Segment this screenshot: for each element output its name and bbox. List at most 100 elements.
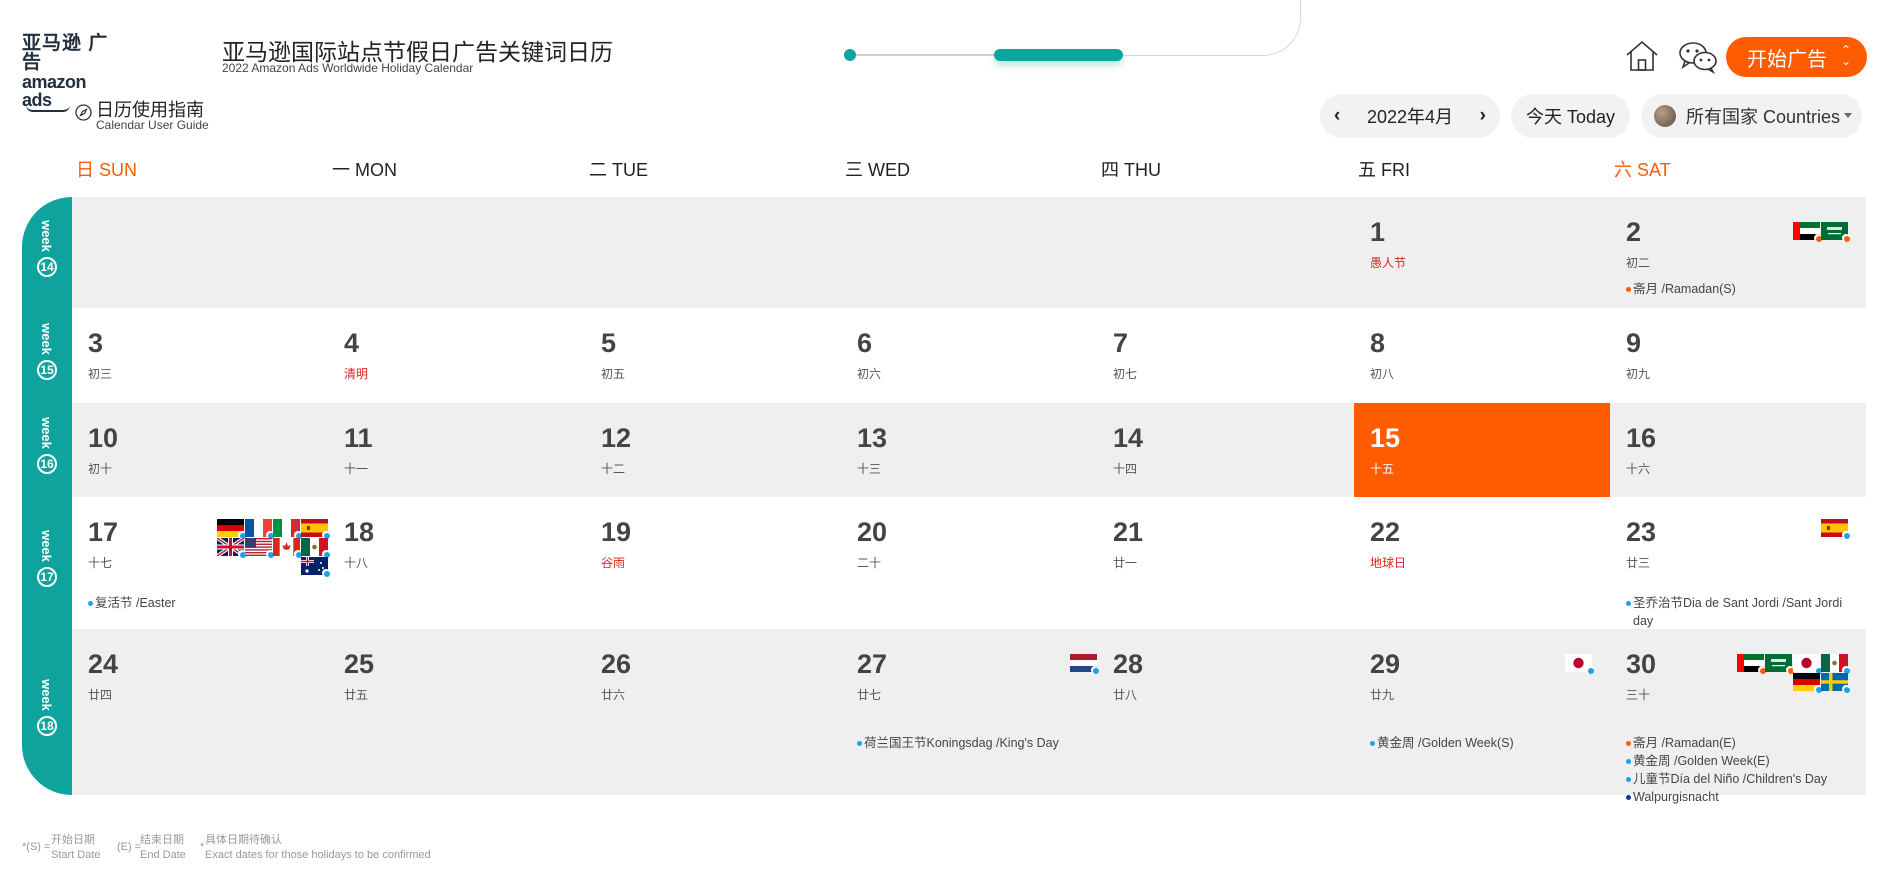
holiday-event[interactable]: 复活节 /Easter — [88, 594, 314, 612]
flag-sweden-icon[interactable] — [1821, 673, 1850, 693]
event-dot-icon — [857, 741, 862, 746]
flag-italy-icon[interactable] — [273, 519, 302, 539]
month-slider-thumb[interactable] — [994, 49, 1123, 61]
week-indicator: week 16 — [22, 403, 72, 497]
day-number: 24 — [88, 649, 119, 679]
event-dot-icon — [88, 601, 93, 606]
lunar-date: 十三 — [857, 462, 882, 476]
weekday-header: 二 TUE — [589, 160, 649, 180]
week-label: week — [39, 679, 54, 711]
flag-netherlands-icon[interactable] — [1070, 654, 1099, 674]
day-cell[interactable]: 7 初七 — [1097, 308, 1354, 403]
day-number: 3 — [88, 328, 104, 358]
holiday-event[interactable]: 斋月 /Ramadan(S) — [1626, 280, 1852, 298]
today-button[interactable]: 今天 Today — [1511, 94, 1630, 138]
day-cell[interactable]: 6 初六 — [841, 308, 1097, 403]
day-cell-today[interactable]: 15 十五 — [1354, 403, 1610, 497]
wechat-icon[interactable] — [1678, 40, 1718, 75]
holiday-event[interactable]: 黄金周 /Golden Week(E) — [1626, 752, 1852, 770]
day-cell[interactable]: 14 十四 — [1097, 403, 1354, 497]
week-indicator: week 15 — [22, 308, 72, 403]
day-cell[interactable]: 3 初三 — [72, 308, 328, 403]
country-flags — [203, 519, 330, 577]
flag-usa-icon[interactable] — [245, 538, 274, 558]
event-dot-icon — [1626, 741, 1631, 746]
flag-uae-icon[interactable] — [1737, 654, 1766, 674]
lunar-date: 初二 — [1626, 256, 1651, 270]
prev-month-button[interactable]: ‹ — [1334, 105, 1340, 127]
flag-uk-icon[interactable] — [217, 538, 246, 558]
lunar-date: 廿一 — [1113, 556, 1138, 570]
day-cell[interactable]: 21 廿一 — [1097, 497, 1354, 629]
flag-mexico-icon[interactable] — [1821, 654, 1850, 674]
day-number: 15 — [1370, 423, 1401, 453]
day-cell[interactable]: 11 十一 — [328, 403, 585, 497]
day-number: 22 — [1370, 517, 1401, 547]
flag-saudi-arabia-icon[interactable] — [1765, 654, 1794, 674]
holiday-event[interactable]: 斋月 /Ramadan(E) — [1626, 734, 1852, 752]
day-cell[interactable]: 28 廿八 — [1097, 629, 1354, 795]
day-cell[interactable]: 20 二十 — [841, 497, 1097, 629]
flag-france-icon[interactable] — [245, 519, 274, 539]
flag-germany-icon[interactable] — [217, 519, 246, 539]
day-cell[interactable]: 1 愚人节 — [1354, 197, 1610, 308]
day-cell[interactable]: 25 廿五 — [328, 629, 585, 795]
lunar-date: 十八 — [344, 556, 369, 570]
day-number: 25 — [344, 649, 375, 679]
day-cell[interactable]: 5 初五 — [585, 308, 841, 403]
country-select[interactable]: 所有国家 Countries — [1641, 94, 1862, 138]
flag-saudi-arabia-icon[interactable] — [1821, 222, 1850, 242]
day-cell[interactable]: 22 地球日 — [1354, 497, 1610, 629]
holiday-event[interactable]: Walpurgisnacht — [1626, 788, 1852, 806]
start-advertising-button[interactable]: 开始广告 ⌃ ⌄ — [1726, 37, 1867, 77]
holiday-event[interactable]: 儿童节Día del Niño /Children's Day — [1626, 770, 1852, 788]
holiday-event[interactable]: 黄金周 /Golden Week(S) — [1370, 734, 1596, 752]
day-cell[interactable]: 4 清明 — [328, 308, 585, 403]
day-number: 18 — [344, 517, 375, 547]
day-cell[interactable]: 12 十二 — [585, 403, 841, 497]
day-cell[interactable]: 8 初八 — [1354, 308, 1610, 403]
flag-germany-icon[interactable] — [1793, 673, 1822, 693]
flag-spain-icon[interactable] — [1821, 519, 1850, 539]
day-number: 8 — [1370, 328, 1386, 358]
day-cell[interactable]: 19 谷雨 — [585, 497, 841, 629]
day-cell[interactable]: 10 初十 — [72, 403, 328, 497]
week-label: week — [39, 219, 54, 252]
lunar-date: 二十 — [857, 556, 882, 570]
day-cell[interactable]: 13 十三 — [841, 403, 1097, 497]
day-cell[interactable]: 9 初九 — [1610, 308, 1866, 403]
next-month-button[interactable]: › — [1480, 105, 1486, 127]
day-cell[interactable]: 30 三十 斋月 /Ramadan(E) 黄金周 /Golden Week(E) 儿童节… — [1610, 629, 1866, 804]
week-indicator: week 17 — [22, 497, 72, 629]
decorative-curve — [1000, 0, 1301, 56]
flag-spain-icon[interactable] — [301, 519, 330, 539]
weekday-header: 四 THU — [1101, 160, 1161, 180]
flag-mexico-icon[interactable] — [301, 538, 330, 558]
weekday-header: 日 SUN — [76, 160, 138, 180]
flag-japan-icon[interactable] — [1565, 654, 1594, 674]
day-cell[interactable]: 27 廿七 荷兰国王节Koningsdag /King's Day — [841, 629, 1099, 795]
country-flags — [1818, 519, 1850, 539]
day-number: 28 — [1113, 649, 1144, 679]
day-cell[interactable]: 26 廿六 — [585, 629, 841, 795]
day-cell[interactable]: 24 廿四 — [72, 629, 328, 795]
holiday-event[interactable]: 圣乔治节Dia de Sant Jordi /Sant Jordi day — [1626, 594, 1852, 630]
day-cell[interactable]: 17 十七 复活节 /Easter — [72, 497, 330, 629]
legend-end-key: (E) = — [117, 841, 142, 853]
start-advertising-label: 开始广告 — [1747, 48, 1827, 71]
weekday-header: 一 MON — [332, 160, 397, 180]
day-number: 27 — [857, 649, 888, 679]
day-cell[interactable]: 23 廿三 圣乔治节Dia de Sant Jordi /Sant Jordi da… — [1610, 497, 1866, 629]
day-cell[interactable]: 18 十八 — [328, 497, 585, 629]
holiday-event[interactable]: 荷兰国王节Koningsdag /King's Day — [857, 734, 1083, 752]
day-cell[interactable]: 29 廿九 黄金周 /Golden Week(S) — [1354, 629, 1610, 795]
flag-uae-icon[interactable] — [1793, 222, 1822, 242]
month-navigator: ‹ 2022年4月 › — [1320, 94, 1500, 138]
home-icon[interactable] — [1624, 38, 1660, 74]
flag-canada-icon[interactable] — [273, 538, 302, 558]
day-cell[interactable]: 16 十六 — [1610, 403, 1866, 497]
day-cell[interactable]: 2 初二 斋月 /Ramadan(S) — [1610, 197, 1866, 308]
flag-japan-icon[interactable] — [1793, 654, 1822, 674]
flag-australia-icon[interactable] — [301, 557, 330, 577]
legend-end-cn: 结束日期 — [140, 834, 184, 846]
